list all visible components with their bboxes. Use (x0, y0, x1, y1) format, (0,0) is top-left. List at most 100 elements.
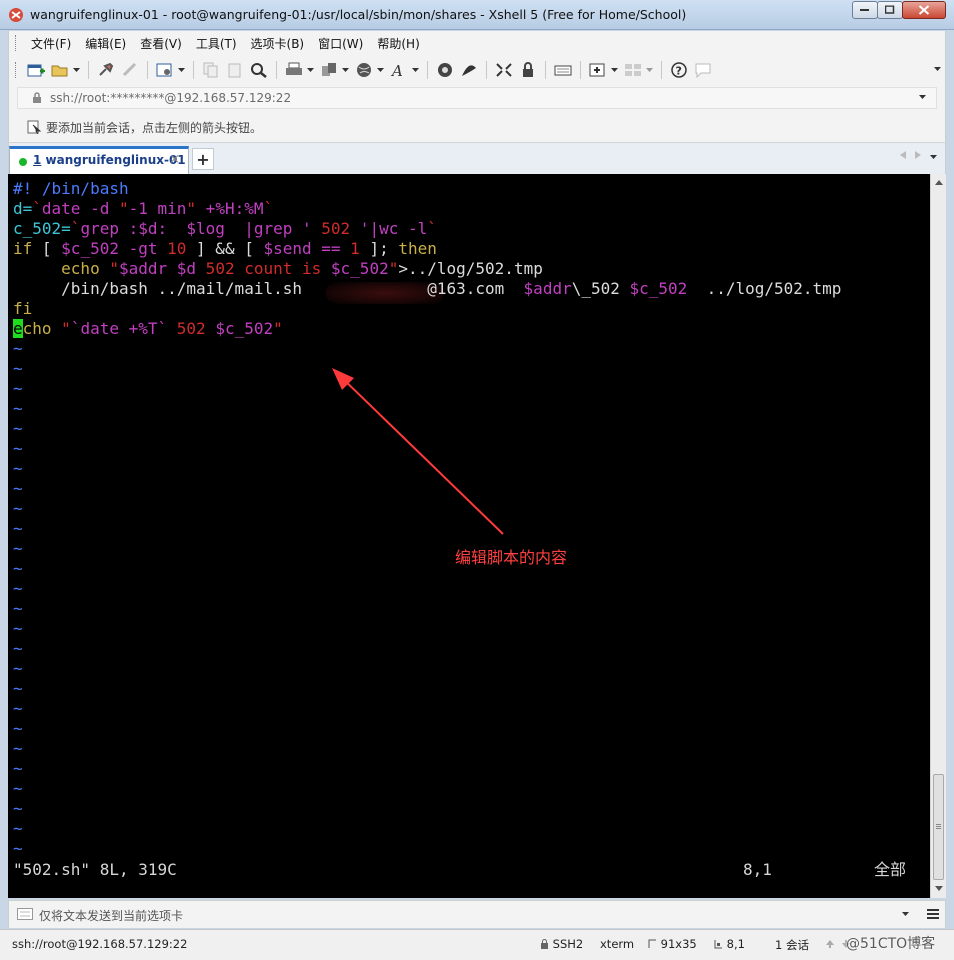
status-sessions: 1 会话 (775, 938, 809, 952)
toolbar-separator (427, 61, 428, 79)
disconnect-button[interactable] (120, 60, 140, 80)
reconnect-icon (99, 62, 114, 76)
globe-dropdown[interactable] (376, 60, 384, 80)
menu-tab[interactable]: 选项卡(B) (244, 33, 312, 54)
menu-icon[interactable] (927, 908, 939, 920)
toolbar-grip[interactable] (15, 62, 18, 78)
scrollbar-thumb[interactable] (933, 774, 944, 880)
xagent-button[interactable] (459, 60, 479, 80)
terminal-line: d=`date -d "-1 min" +%H:%M` (13, 199, 273, 219)
chat-icon (695, 63, 711, 78)
terminal-text: |wc -l (369, 219, 428, 238)
menu-edit[interactable]: 编辑(E) (78, 33, 133, 54)
menu-window[interactable]: 窗口(W) (311, 33, 370, 54)
thumb-grip (936, 824, 941, 825)
title-bar[interactable]: wangruifenglinux-01 - root@wangruifeng-0… (0, 0, 954, 30)
menubar-grip[interactable] (15, 35, 18, 51)
chevron-left-icon[interactable] (899, 151, 906, 159)
properties-button[interactable] (155, 60, 175, 80)
find-button[interactable] (249, 60, 269, 80)
terminal-text: c_502= (13, 219, 71, 238)
print-dropdown[interactable] (306, 60, 314, 80)
menu-help[interactable]: 帮助(H) (370, 33, 426, 54)
maximize-icon (885, 5, 895, 14)
terminal-text: grep : (80, 219, 139, 238)
help-button[interactable]: ? (669, 60, 689, 80)
scroll-up-icon[interactable] (935, 180, 943, 185)
tab-nav-arrows[interactable] (899, 151, 937, 162)
terminal-text: " (388, 259, 399, 278)
terminal-area[interactable]: 编辑脚本的内容 "502.sh" 8L, 319C 8,1 全部 #! /bin… (8, 174, 930, 898)
tab-label: 1 wangruifenglinux-01 (33, 153, 186, 167)
window-controls (852, 1, 946, 19)
copy-button[interactable] (201, 60, 221, 80)
open-dropdown[interactable] (72, 60, 80, 80)
new-session-button[interactable] (26, 60, 46, 80)
session-hint-bar: 要添加当前会话，点击左侧的箭头按钮。 (8, 111, 946, 143)
minimize-button[interactable] (852, 1, 878, 19)
tab-close-icon[interactable]: × (169, 152, 180, 167)
toolbar-overflow-icon[interactable] (934, 67, 941, 71)
terminal-scrollbar[interactable] (930, 174, 946, 898)
lock-button[interactable] (518, 60, 538, 80)
vim-empty-line-tilde: ~ (13, 659, 23, 678)
maximize-button[interactable] (877, 1, 903, 19)
toolbar-separator (88, 61, 89, 79)
toolbar-separator (486, 61, 487, 79)
properties-dropdown[interactable] (177, 60, 185, 80)
menu-tools[interactable]: 工具(T) (189, 33, 244, 54)
vim-empty-line-tilde: ~ (13, 679, 23, 698)
terminal-text: 1 (350, 239, 360, 258)
chevron-down-icon (411, 68, 419, 72)
layout-button[interactable] (623, 60, 643, 80)
toolbar-separator (276, 61, 277, 79)
terminal-line: echo "`date +%T` 502 $c_502" (13, 319, 283, 339)
terminal-text: d= (13, 199, 33, 218)
minimize-icon (860, 9, 869, 11)
paste-button[interactable] (225, 60, 245, 80)
chevron-down-icon[interactable] (902, 912, 909, 916)
terminal-text: : (157, 219, 187, 238)
add-button[interactable] (588, 60, 608, 80)
lock-icon (33, 92, 41, 103)
terminal-text: @163.com (427, 279, 524, 298)
transfer-button[interactable] (319, 60, 339, 80)
menu-file[interactable]: 文件(F) (24, 33, 78, 54)
font-dropdown[interactable] (411, 60, 419, 80)
xftp-button[interactable] (435, 60, 455, 80)
keyboard-button[interactable] (553, 60, 573, 80)
status-terminal-type: xterm (600, 937, 635, 951)
terminal-text: $c_502 (629, 279, 688, 298)
font-button[interactable]: A (389, 60, 409, 80)
add-session-arrow-icon[interactable] (27, 120, 41, 134)
terminal-line: c_502=`grep :$d: $log |grep ' 502 '|wc -… (13, 219, 437, 239)
reconnect-button[interactable] (96, 60, 116, 80)
new-tab-button[interactable]: + (192, 148, 214, 170)
connected-status-icon (19, 158, 27, 166)
menu-view[interactable]: 查看(V) (133, 33, 189, 54)
open-button[interactable] (50, 60, 70, 80)
fullscreen-button[interactable] (494, 60, 514, 80)
transfer-dropdown[interactable] (341, 60, 349, 80)
chat-button[interactable] (693, 60, 713, 80)
chevron-down-icon (645, 68, 653, 72)
chevron-down-icon[interactable] (930, 155, 937, 159)
tab-session[interactable]: 1 wangruifenglinux-01 × (9, 146, 189, 174)
close-window-button[interactable] (902, 1, 946, 19)
send-bar[interactable]: 仅将文本发送到当前选项卡 (8, 900, 946, 928)
chevron-down-icon[interactable] (919, 95, 926, 99)
terminal-text: $d (138, 219, 158, 238)
terminal-text: if (13, 239, 33, 258)
print-button[interactable] (284, 60, 304, 80)
address-field[interactable]: ssh://root:*********@192.168.57.129:22 (17, 87, 937, 109)
status-bar: ssh://root@192.168.57.129:22 SSH2 xterm … (0, 929, 954, 960)
layout-dropdown[interactable] (645, 60, 653, 80)
terminal-text: then (398, 239, 437, 258)
disconnect-icon (122, 62, 137, 77)
add-dropdown[interactable] (610, 60, 618, 80)
chevron-right-icon[interactable] (914, 151, 921, 159)
globe-button[interactable] (354, 60, 374, 80)
scroll-down-icon[interactable] (935, 886, 943, 891)
terminal-text: \_502 (571, 279, 630, 298)
status-size-text: 91x35 (660, 937, 697, 951)
